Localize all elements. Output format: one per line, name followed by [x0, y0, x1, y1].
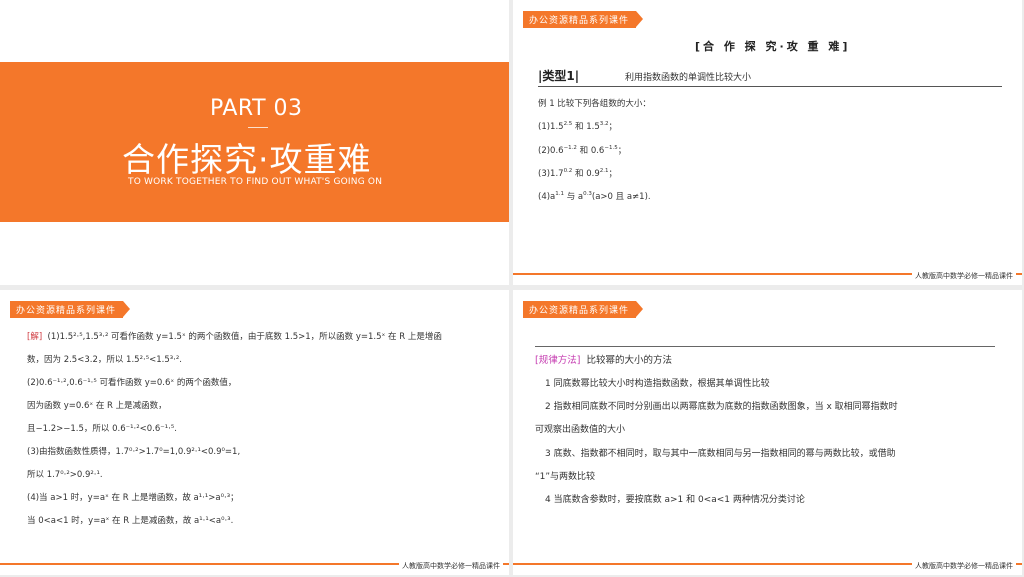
slide-cover[interactable]: PART 03 合作探究·攻重难 TO WORK TOGETHER TO FIN… [0, 0, 509, 285]
method-title: [规律方法] 比较幂的大小的方法 [535, 355, 672, 366]
solution-line-9: 当 0<a<1 时，y=aˣ 在 R 上是减函数，故 a¹·¹<a⁰·³. [27, 516, 234, 526]
solution-line-4: 因为函数 y=0.6ˣ 在 R 上是减函数， [27, 401, 167, 411]
method-item-2-cont: 可观察出函数值的大小 [535, 425, 626, 435]
type-underline [538, 86, 1002, 87]
footer-text: 人教版高中数学必修一精品课件 [399, 561, 503, 571]
method-bracket-label: [规律方法] [535, 355, 581, 366]
solution-line-2: 数，因为 2.5<3.2，所以 1.5²·⁵<1.5³·². [27, 355, 182, 365]
example-item-4: (4)a1.1 与 a0.3(a>0 且 a≠1). [538, 191, 651, 202]
footer-text: 人教版高中数学必修一精品课件 [912, 561, 1016, 571]
example-item-1: (1)1.52.5 和 1.53.2； [538, 121, 618, 132]
series-tag: 办公资源精品系列课件 [10, 301, 131, 318]
solution-line-7: 所以 1.7⁰·²>0.9²·¹. [27, 470, 103, 480]
solution-line-6: (3)由指数函数性质得，1.7⁰·²>1.7⁰=1,0.9²·¹<0.9⁰=1, [27, 447, 241, 457]
method-item-1: 1 同底数幂比较大小时构造指数函数，根据其单调性比较 [545, 379, 770, 389]
example-item-2: (2)0.6−1.2 和 0.6−1.5； [538, 145, 627, 156]
part-divider [248, 127, 268, 128]
section-heading: [合 作 探 究·攻 重 难] [695, 40, 851, 53]
type-description: 利用指数函数的单调性比较大小 [625, 73, 752, 83]
solution-line-8: (4)当 a>1 时，y=aˣ 在 R 上是增函数，故 a¹·¹>a⁰·³； [27, 493, 239, 503]
example-item-3: (3)1.70.2 和 0.92.1； [538, 168, 618, 179]
series-tag: 办公资源精品系列课件 [523, 301, 644, 318]
slide-method[interactable]: 办公资源精品系列课件 [规律方法] 比较幂的大小的方法 1 同底数幂比较大小时构… [513, 290, 1022, 575]
solution-line-3: (2)0.6⁻¹·²,0.6⁻¹·⁵ 可看作函数 y=0.6ˣ 的两个函数值， [27, 378, 237, 388]
solution-line-1: [解] (1)1.5²·⁵,1.5³·² 可看作函数 y=1.5ˣ 的两个函数值… [27, 332, 442, 342]
series-tag: 办公资源精品系列课件 [523, 11, 644, 28]
method-item-2: 2 指数相同底数不同时分别画出以两幂底数为底数的指数函数图象，当 x 取相同幂指… [545, 402, 898, 412]
method-item-3: 3 底数、指数都不相同时，取与其中一底数相同与另一指数相同的幂与两数比较，或借助 [545, 449, 896, 459]
solution-label: [解] [27, 332, 43, 342]
method-item-4: 4 当底数含参数时，要按底数 a>1 和 0<a<1 两种情况分类讨论 [545, 495, 805, 505]
footer-text: 人教版高中数学必修一精品课件 [912, 271, 1016, 281]
type-label: |类型1| [538, 69, 580, 83]
section-title: 合作探究·攻重难 [122, 140, 372, 179]
section-subtitle-en: TO WORK TOGETHER TO FIND OUT WHAT'S GOIN… [128, 177, 383, 187]
slide-example[interactable]: 办公资源精品系列课件 [合 作 探 究·攻 重 难] |类型1| 利用指数函数的… [513, 0, 1022, 285]
method-top-rule [535, 346, 995, 347]
part-number: PART 03 [210, 96, 303, 121]
slide-solution[interactable]: 办公资源精品系列课件 [解] (1)1.5²·⁵,1.5³·² 可看作函数 y=… [0, 290, 509, 575]
method-item-3-cont: “1”与两数比较 [535, 472, 596, 482]
example-intro: 例 1 比较下列各组数的大小： [538, 99, 651, 109]
solution-line-5: 且−1.2>−1.5，所以 0.6⁻¹·²<0.6⁻¹·⁵. [27, 424, 177, 434]
